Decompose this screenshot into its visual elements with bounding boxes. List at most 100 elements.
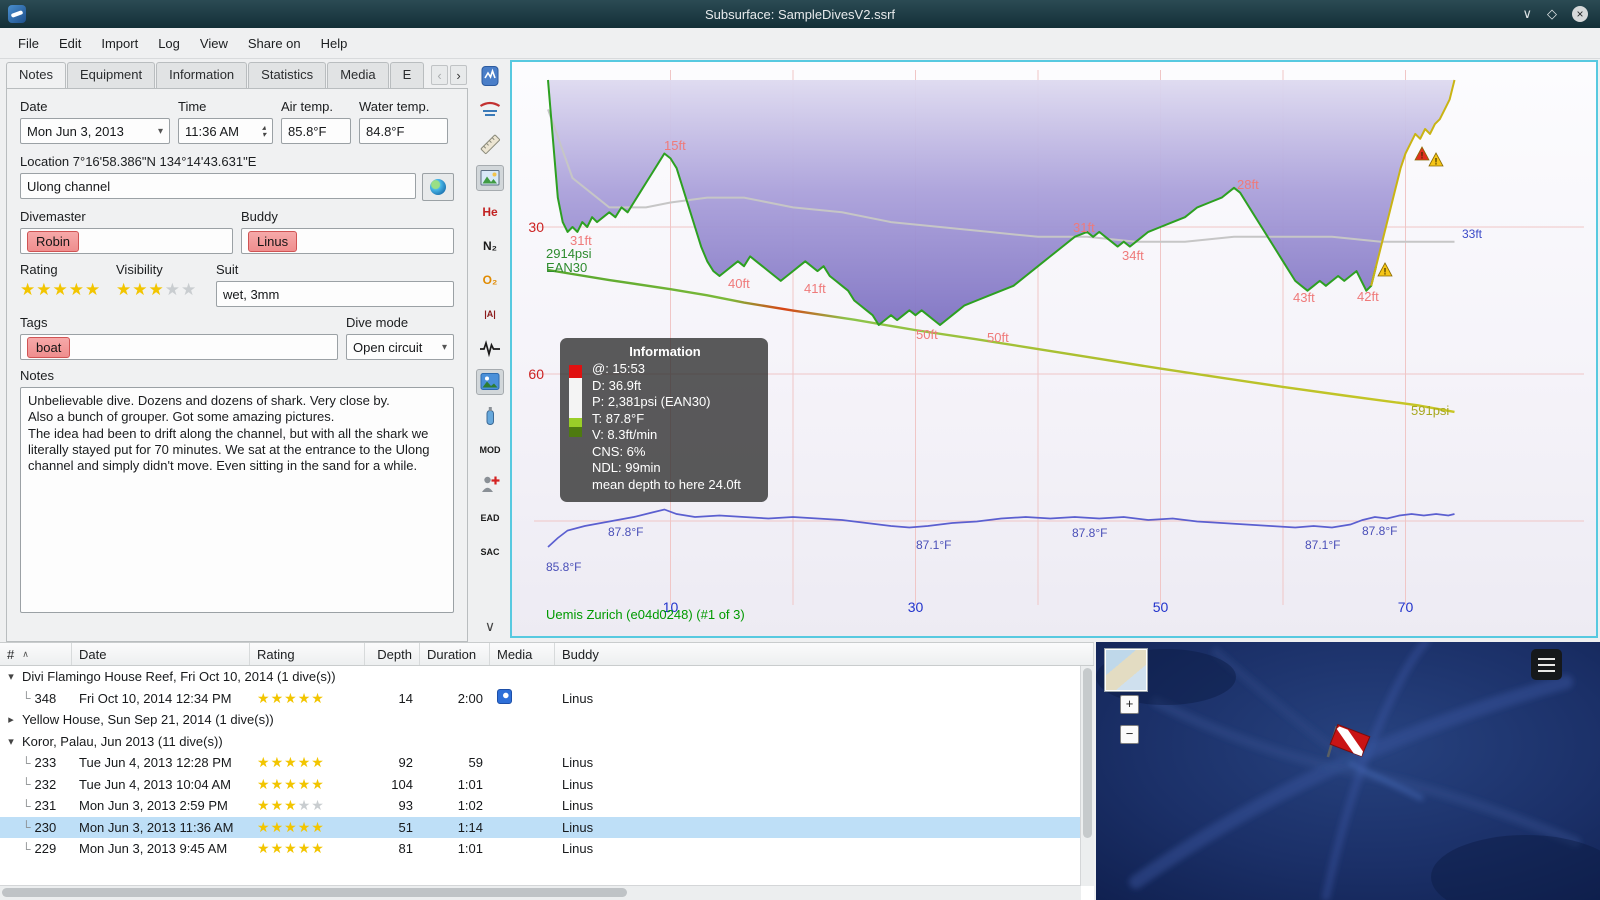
tab-information[interactable]: Information	[156, 62, 248, 88]
dive-row[interactable]: └ 232 Tue Jun 4, 2013 10:04 AM ★ ★ ★ ★ ★ 104 1:01…	[0, 774, 1081, 796]
media-icon[interactable]	[497, 689, 512, 705]
rating-stars[interactable]: ★ ★ ★ ★ ★	[20, 281, 101, 298]
column-header-buddy[interactable]: Buddy	[555, 643, 1094, 665]
tab-media[interactable]: Media	[327, 62, 389, 88]
profile-info-tooltip[interactable]: Information @: 15:53 D: 36.9ft P: 2,381psi…	[560, 338, 768, 502]
visibility-stars[interactable]: ★ ★ ★ ★ ★	[116, 281, 197, 298]
notes-textarea[interactable]: Unbelievable dive. Dozens and dozens of …	[20, 387, 454, 613]
menu-share-on[interactable]: Share on	[238, 32, 311, 55]
nitrogen-graph-icon[interactable]: N₂	[476, 233, 504, 259]
spinner-arrows-icon[interactable]: ▴ ▾	[262, 124, 266, 139]
trip-label: Yellow House, Sun Sep 21, 2014 (1 dive(s…	[22, 712, 274, 728]
star-filled-icon: ★	[36, 280, 52, 299]
map-inset-thumbnail[interactable]	[1104, 648, 1148, 692]
heart-rate-icon[interactable]	[476, 335, 504, 361]
zoom-out-button[interactable]: −	[1120, 725, 1139, 744]
photos-icon[interactable]	[476, 165, 504, 191]
dive-row[interactable]: └ 229 Mon Jun 3, 2013 9:45 AM ★ ★ ★ ★ ★ 81 1:01 Li…	[0, 838, 1081, 860]
trip-row[interactable]: ▸ Yellow House, Sun Sep 21, 2014 (1 dive(…	[0, 709, 1081, 731]
svg-text:85.8°F: 85.8°F	[546, 560, 581, 574]
column-header-rating[interactable]: Rating	[250, 643, 365, 665]
tag-chip[interactable]: Linus	[248, 230, 298, 252]
menu-log[interactable]: Log	[148, 32, 190, 55]
mod-icon[interactable]: MOD	[476, 437, 504, 463]
dive-rating-stars: ★ ★ ★ ★ ★	[257, 755, 325, 769]
buddy-field[interactable]: Linus	[241, 228, 454, 254]
zoom-in-button[interactable]: +	[1120, 695, 1139, 714]
tag-chip[interactable]: Robin	[27, 230, 79, 252]
svg-text:42ft: 42ft	[1357, 289, 1379, 304]
tag-chip[interactable]: boat	[27, 336, 71, 358]
tooltip-lines: @: 15:53 D: 36.9ft P: 2,381psi (EAN30) T: 8…	[592, 361, 758, 493]
ruler-icon[interactable]	[476, 131, 504, 157]
dive-buddy: Linus	[562, 755, 594, 771]
tab-e[interactable]: E	[389, 62, 425, 88]
menu-file[interactable]: File	[8, 32, 49, 55]
dive-computer-icon[interactable]	[476, 63, 504, 89]
vertical-scrollbar[interactable]	[1080, 666, 1094, 886]
scroll-down-icon[interactable]: ∨	[476, 613, 504, 639]
dive-number: 233	[34, 755, 57, 771]
ead-icon[interactable]: EAD	[476, 505, 504, 531]
time-spinbox[interactable]: 11:36 AM ▴ ▾	[178, 118, 273, 144]
column-header-depth[interactable]: Depth	[365, 643, 420, 665]
tags-label: Tags	[20, 315, 48, 330]
dive-row[interactable]: └ 348 Fri Oct 10, 2014 12:34 PM ★ ★ ★ ★ ★ 14 2:00…	[0, 688, 1081, 710]
oxygen-graph-icon[interactable]: O₂	[476, 267, 504, 293]
dive-mode-combobox[interactable]: Open circuit ▾	[346, 334, 454, 360]
dive-rating-stars: ★ ★ ★ ★ ★	[257, 798, 325, 812]
close-button[interactable]: ×	[1572, 6, 1588, 22]
trip-label: Koror, Palau, Jun 2013 (11 dive(s))	[22, 733, 223, 749]
collapse-icon[interactable]: ▾	[6, 670, 16, 683]
globe-button[interactable]	[422, 173, 454, 201]
column-header-num[interactable]: # ∧	[0, 643, 72, 665]
horizontal-scrollbar[interactable]	[0, 885, 1081, 900]
dive-date: Fri Oct 10, 2014 12:34 PM	[79, 690, 232, 706]
menu-edit[interactable]: Edit	[49, 32, 91, 55]
dive-profile-chart[interactable]: 10 30 50 70 30 60 31ft 15ft 40ft 41ft 50ft 50ft 31ft…	[510, 60, 1598, 638]
water-temp-input[interactable]: 84.8°F	[359, 118, 448, 144]
dive-site-map[interactable]: + −	[1096, 642, 1600, 900]
star-filled-icon: ★	[257, 841, 270, 857]
expand-icon[interactable]: ▸	[6, 713, 16, 726]
star-filled-icon: ★	[20, 280, 36, 299]
ambient-pressure-icon[interactable]: |A|	[476, 301, 504, 327]
dive-number: 231	[34, 798, 57, 814]
dive-row[interactable]: └ 231 Mon Jun 3, 2013 2:59 PM ★ ★ ★ ★ ★ 93 1:02 Li…	[0, 795, 1081, 817]
collapse-icon[interactable]: ▾	[6, 735, 16, 748]
map-menu-button[interactable]	[1531, 649, 1562, 680]
maximize-button[interactable]: ◇	[1547, 6, 1557, 22]
location-input[interactable]: Ulong channel	[20, 173, 416, 199]
dive-row[interactable]: └ 233 Tue Jun 4, 2013 12:28 PM ★ ★ ★ ★ ★ 92 59 Lin…	[0, 752, 1081, 774]
column-header-date[interactable]: Date	[72, 643, 250, 665]
divemaster-field[interactable]: Robin	[20, 228, 233, 254]
tags-field[interactable]: boat	[20, 334, 338, 360]
suit-input[interactable]: wet, 3mm	[216, 281, 454, 307]
helium-graph-icon[interactable]: He	[476, 199, 504, 225]
date-combobox[interactable]: Mon Jun 3, 2013 ▾	[20, 118, 170, 144]
tank-bar-icon[interactable]	[476, 403, 504, 429]
ceiling-icon[interactable]	[476, 97, 504, 123]
time-label: Time	[178, 99, 207, 114]
menu-help[interactable]: Help	[311, 32, 358, 55]
tab-scroll-left-button[interactable]: ‹	[431, 65, 448, 85]
star-filled-icon: ★	[311, 841, 324, 857]
air-temp-input[interactable]: 85.8°F	[281, 118, 351, 144]
menu-view[interactable]: View	[190, 32, 238, 55]
column-header-media[interactable]: Media	[490, 643, 555, 665]
menu-import[interactable]: Import	[91, 32, 148, 55]
tab-statistics[interactable]: Statistics	[248, 62, 327, 88]
column-header-duration[interactable]: Duration	[420, 643, 490, 665]
picture-icon[interactable]	[476, 369, 504, 395]
tab-equipment[interactable]: Equipment	[66, 62, 156, 88]
tab-scroll-right-button[interactable]: ›	[450, 65, 467, 85]
deco-ceiling-icon[interactable]	[476, 471, 504, 497]
dive-row[interactable]: └ 230 Mon Jun 3, 2013 11:36 AM ★ ★ ★ ★ ★ 51 1:14 L…	[0, 816, 1081, 838]
tab-notes[interactable]: Notes	[6, 62, 66, 88]
sac-icon[interactable]: SAC	[476, 539, 504, 565]
trip-row[interactable]: ▾ Divi Flamingo House Reef, Fri Oct 10, 2…	[0, 666, 1081, 688]
dive-number: 230	[34, 819, 57, 835]
trip-row[interactable]: ▾ Koror, Palau, Jun 2013 (11 dive(s))	[0, 731, 1081, 753]
tree-branch-icon: └	[22, 820, 31, 835]
minimize-button[interactable]: ∨	[1522, 6, 1532, 22]
